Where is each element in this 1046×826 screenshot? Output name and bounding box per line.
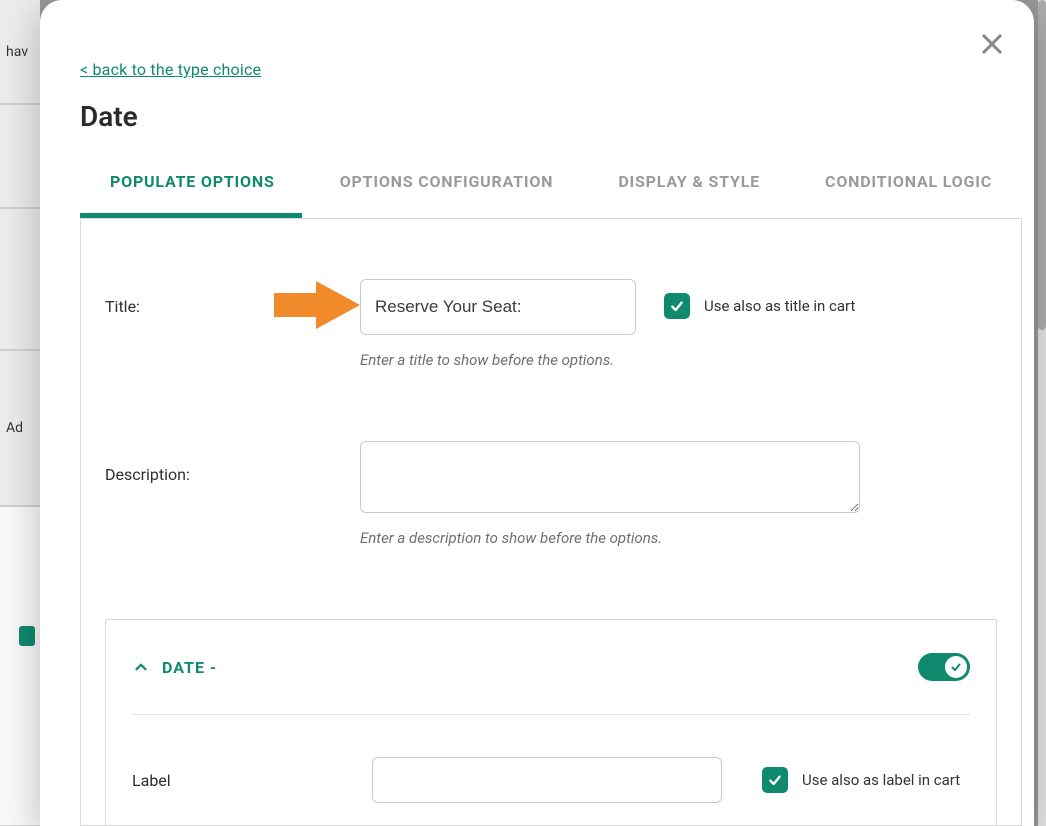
option-editor-modal: < back to the type choice Date POPULATE … [40, 0, 1034, 826]
tab-options-configuration[interactable]: OPTIONS CONFIGURATION [340, 160, 554, 209]
check-icon [669, 298, 685, 314]
bg-row: hav [0, 0, 40, 104]
bg-text: hav [6, 44, 28, 60]
description-textarea[interactable] [360, 441, 860, 513]
bg-row [0, 208, 40, 350]
title-hint: Enter a title to show before the options… [360, 351, 997, 369]
check-icon [767, 772, 783, 788]
page-title: Date [80, 100, 138, 133]
accordion-body: Label Use also as label in cart [132, 715, 970, 803]
bg-row [0, 104, 40, 208]
date-enabled-toggle[interactable] [918, 653, 970, 681]
close-icon [978, 30, 1006, 58]
tabs: POPULATE OPTIONS OPTIONS CONFIGURATION D… [80, 160, 1022, 209]
label-cart-checkbox[interactable] [762, 767, 788, 793]
description-label: Description: [105, 441, 360, 484]
description-hint: Enter a description to show before the o… [360, 529, 997, 547]
bg-row: Ad [0, 350, 40, 506]
title-input[interactable] [360, 279, 636, 335]
bg-text: Ad [6, 420, 23, 436]
bg-chip [19, 626, 35, 646]
label-field-label: Label [132, 771, 372, 790]
close-button[interactable] [978, 30, 1006, 58]
title-row: Title: Use also as title in cart [105, 279, 997, 335]
date-option-accordion: DATE - Label [105, 619, 997, 826]
back-link[interactable]: < back to the type choice [80, 60, 261, 79]
accordion-title: DATE - [162, 658, 217, 677]
title-cart-checkbox-label: Use also as title in cart [704, 297, 855, 315]
tab-conditional-logic[interactable]: CONDITIONAL LOGIC [825, 160, 992, 209]
label-cart-checkbox-group: Use also as label in cart [762, 767, 960, 793]
title-cart-checkbox[interactable] [664, 293, 690, 319]
check-icon [950, 661, 962, 673]
label-input[interactable] [372, 757, 722, 803]
populate-options-panel: Title: Use also as title in cart Enter a… [80, 218, 1022, 826]
page-scrollbar[interactable] [1038, 0, 1046, 826]
toggle-knob [945, 656, 967, 678]
accordion-toggle-button[interactable]: DATE - [132, 658, 217, 677]
title-label: Title: [105, 279, 360, 316]
bg-row [0, 506, 40, 826]
label-cart-checkbox-label: Use also as label in cart [802, 771, 960, 789]
title-cart-checkbox-group: Use also as title in cart [664, 279, 855, 319]
description-row: Description: [105, 441, 997, 513]
accordion-header: DATE - [132, 620, 970, 715]
chevron-up-icon [132, 658, 150, 676]
tab-populate-options[interactable]: POPULATE OPTIONS [110, 160, 275, 209]
scrollbar-thumb[interactable] [1038, 0, 1046, 330]
tab-display-style[interactable]: DISPLAY & STYLE [618, 160, 760, 209]
background-left-strip: hav Ad [0, 0, 40, 826]
